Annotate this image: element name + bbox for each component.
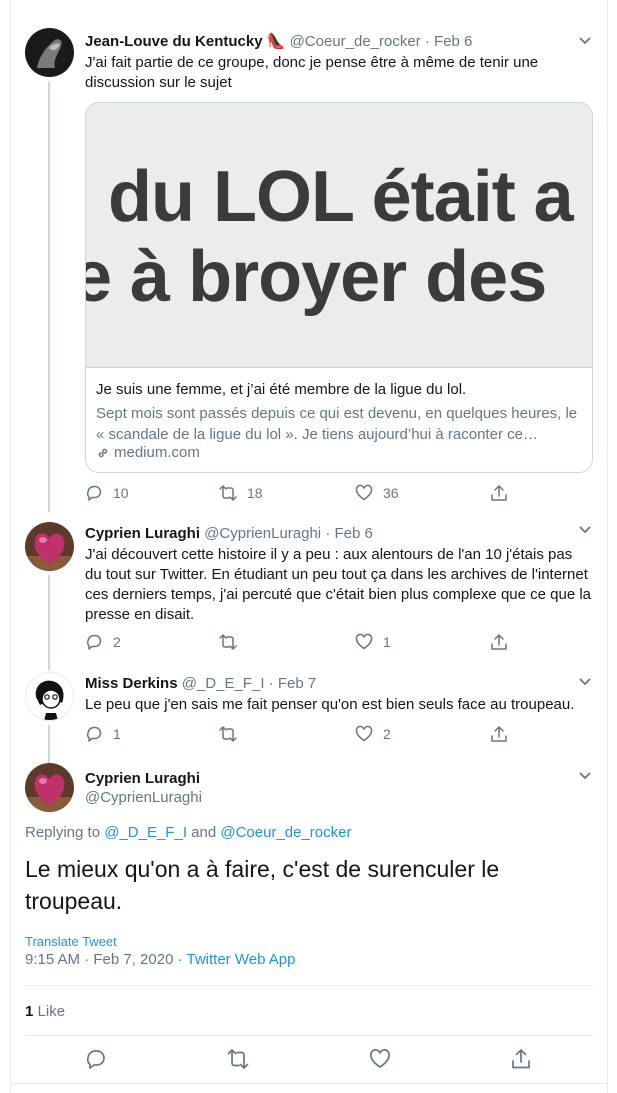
card-title: Je suis une femme, et j’ai été membre de… [96,381,467,398]
tweet-header: Cyprien Luraghi @CyprienLuraghi [85,770,202,806]
reply-button[interactable]: 10 [85,484,129,502]
reply-icon [86,634,102,650]
separator: · [325,525,331,542]
like-button[interactable]: 36 [355,484,399,502]
reply-button[interactable]: 1 [85,725,121,743]
main-tweet-text: Le mieux qu'on a à faire, c'est de suren… [25,856,500,914]
display-name[interactable]: Cyprien Luraghi [85,770,202,787]
like-icon [355,633,373,650]
like-count: 2 [383,726,391,742]
reply-icon[interactable] [85,1048,107,1070]
avatar[interactable] [25,763,74,812]
share-button[interactable] [490,633,508,651]
share-button[interactable] [490,484,508,502]
card-domain-text: medium.com [114,444,200,461]
replying-prefix: Replying to [25,824,101,841]
tweet-text: J'ai découvert cette histoire il y a peu… [85,546,592,623]
timestamp-text[interactable]: 9:15 AM · Feb 7, 2020 · [25,951,183,968]
share-icon [491,634,507,650]
avatar[interactable] [25,522,74,571]
display-name[interactable]: Jean-Louve du Kentucky 👠 [85,33,285,50]
like-count: 36 [383,485,399,501]
avatar[interactable] [25,28,74,77]
reply-icon [86,485,102,501]
user-handle[interactable]: @_D_E_F_I [182,675,265,692]
share-icon [491,726,507,742]
user-handle[interactable]: @CyprienLuraghi [204,525,321,542]
link-icon [98,448,108,457]
chevron-down-icon[interactable] [578,771,592,781]
like-icon [355,725,373,742]
display-name[interactable]: Miss Derkins [85,675,178,692]
replying-and: and [191,824,217,841]
chevron-down-icon[interactable] [578,525,592,535]
user-handle[interactable]: @Coeur_de_rocker [290,33,421,50]
tweet-actions: 1 2 [85,725,515,745]
like-icon [355,484,373,501]
avatar[interactable] [25,672,74,721]
thread-line [48,82,50,512]
main-tweet: Cyprien Luraghi @CyprienLuraghi [0,760,617,1093]
replying-user-link[interactable]: @Coeur_de_rocker [220,824,351,841]
like-total: 1 [25,1003,34,1020]
tweet-text: J'ai fait partie de ce groupe, donc je p… [85,54,539,91]
tweet-header: Jean-Louve du Kentucky 👠 @Coeur_de_rocke… [85,32,472,50]
thread-line [48,725,50,765]
share-button[interactable] [490,725,508,743]
card-description: Sept mois sont passés depuis ce qui est … [96,405,578,443]
reply-button[interactable]: 2 [85,633,121,651]
separator: · [424,33,430,50]
card-image: edu LOL était a e à broyer des [86,103,592,368]
translate-tweet-link[interactable]: Translate Tweet [25,934,117,949]
divider [25,985,593,986]
retweet-icon [219,485,237,501]
tweet-date[interactable]: Feb 7 [278,675,316,692]
replying-to: Replying to @_D_E_F_I and @Coeur_de_rock… [25,824,352,841]
link-card[interactable]: edu LOL était a e à broyer des Je suis u… [85,102,593,473]
retweet-count: 18 [247,485,263,501]
like-icon[interactable] [369,1048,391,1070]
display-name[interactable]: Cyprien Luraghi [85,525,200,542]
reply-count: 2 [113,634,121,650]
card-image-line2: e à broyer des [86,237,547,317]
thread-line [48,575,50,670]
card-image-line1: du LOL était a [108,157,574,237]
like-count: 1 [383,634,391,650]
replying-user-link[interactable]: @_D_E_F_I [104,824,187,841]
retweet-button[interactable] [219,725,247,743]
divider [25,1035,593,1036]
user-handle[interactable]: @CyprienLuraghi [85,789,202,806]
tweet-jean-louve[interactable]: Jean-Louve du Kentucky 👠 @Coeur_de_rocke… [0,0,617,515]
source-link[interactable]: Twitter Web App [187,951,296,968]
tweet-cyprien-1[interactable]: Cyprien Luraghi @CyprienLuraghi · Feb 6 … [0,515,617,670]
tweet-actions: 2 1 [85,633,515,653]
retweet-icon[interactable] [227,1048,249,1070]
tweet-header: Cyprien Luraghi @CyprienLuraghi · Feb 6 [85,525,373,542]
share-icon[interactable] [510,1048,532,1070]
separator: · [268,675,274,692]
retweet-icon [219,634,237,650]
divider [10,1083,608,1084]
retweet-icon [219,726,237,742]
reply-icon [86,726,102,742]
tweet-actions: 10 18 36 [85,484,515,504]
like-button[interactable]: 1 [355,633,391,651]
tweet-date[interactable]: Feb 6 [434,33,472,50]
like-label: Like [37,1003,66,1020]
like-button[interactable]: 2 [355,725,391,743]
retweet-button[interactable]: 18 [219,484,263,502]
chevron-down-icon[interactable] [578,677,592,687]
tweet-miss-derkins[interactable]: Miss Derkins @_D_E_F_I · Feb 7 Le peu qu… [0,665,617,765]
reply-count: 1 [113,726,121,742]
retweet-button[interactable] [219,633,247,651]
tweet-text: Le peu que j'en sais me fait penser qu'o… [85,696,575,713]
reply-count: 10 [113,485,129,501]
share-icon [491,485,507,501]
chevron-down-icon[interactable] [578,36,592,46]
card-domain: medium.com [96,444,200,461]
tweet-date[interactable]: Feb 6 [334,525,372,542]
like-stats[interactable]: 1 Like [25,1003,65,1020]
tweet-header: Miss Derkins @_D_E_F_I · Feb 7 [85,675,316,692]
tweet-timestamp: 9:15 AM · Feb 7, 2020 · Twitter Web App [25,951,295,968]
